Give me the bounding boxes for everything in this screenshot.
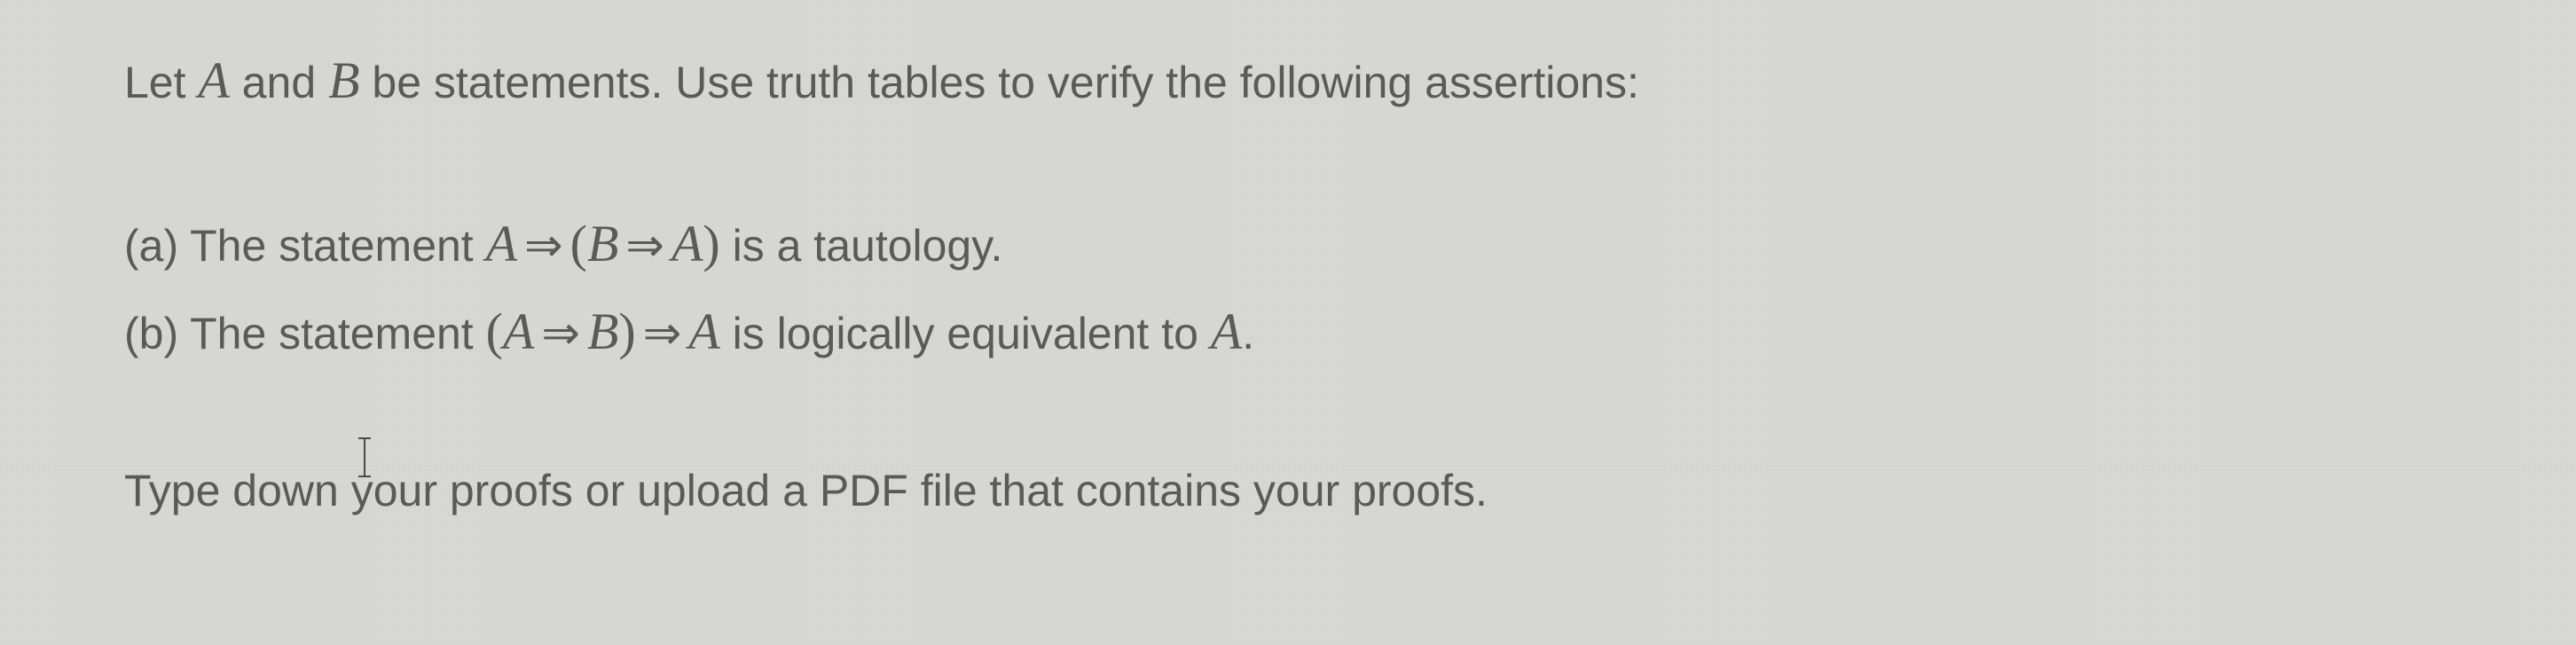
variable-b: B bbox=[328, 51, 359, 109]
part-b-label: (b) The statement bbox=[124, 309, 486, 358]
implies-icon: ⇒ bbox=[618, 221, 671, 271]
right-paren: ) bbox=[703, 215, 719, 272]
part-b-var-a2: A bbox=[688, 303, 719, 360]
variable-a: A bbox=[198, 51, 229, 109]
part-a-var-b: B bbox=[587, 215, 618, 272]
intro-text: Let A and B be statements. Use truth tab… bbox=[124, 44, 2452, 116]
intro-mid: and bbox=[230, 58, 328, 107]
part-a-var-a: A bbox=[486, 215, 517, 272]
question-parts: (a) The statement A⇒(B⇒A) is a tautology… bbox=[124, 201, 2452, 375]
right-paren: ) bbox=[618, 303, 635, 360]
question-content: Let A and B be statements. Use truth tab… bbox=[124, 44, 2452, 522]
text-cursor-icon bbox=[364, 437, 365, 477]
left-paren: ( bbox=[486, 303, 503, 360]
part-b-mid: is logically equivalent to bbox=[720, 309, 1211, 358]
part-a: (a) The statement A⇒(B⇒A) is a tautology… bbox=[124, 201, 2452, 288]
part-a-var-a2: A bbox=[671, 215, 703, 272]
implies-icon: ⇒ bbox=[517, 221, 570, 271]
part-b-var-a: A bbox=[503, 303, 534, 360]
intro-suffix: be statements. Use truth tables to verif… bbox=[360, 58, 1639, 107]
part-a-suffix: is a tautology. bbox=[720, 221, 1003, 271]
implies-icon: ⇒ bbox=[534, 309, 587, 359]
intro-prefix: Let bbox=[124, 58, 198, 107]
part-b-var-b: B bbox=[587, 303, 618, 360]
left-paren: ( bbox=[570, 215, 587, 272]
part-b-var-a3: A bbox=[1211, 303, 1242, 360]
instructions-content: Type down your proofs or upload a PDF fi… bbox=[124, 466, 1488, 515]
part-b: (b) The statement (A⇒B)⇒A is logically e… bbox=[124, 288, 2452, 376]
implies-icon: ⇒ bbox=[636, 309, 689, 359]
part-b-suffix: . bbox=[1242, 309, 1254, 358]
instructions-text: Type down your proofs or upload a PDF fi… bbox=[124, 460, 2452, 522]
part-a-label: (a) The statement bbox=[124, 221, 486, 271]
